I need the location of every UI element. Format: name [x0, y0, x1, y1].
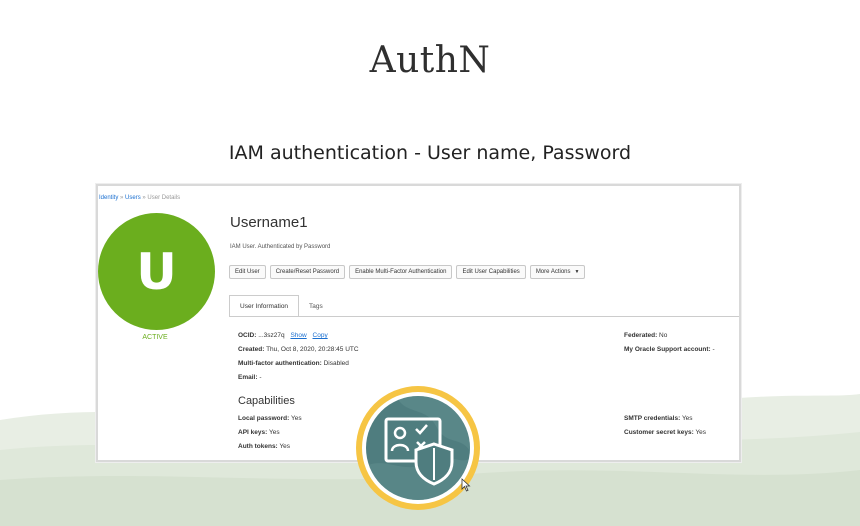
edit-capabilities-button[interactable]: Edit User Capabilities [456, 265, 526, 279]
copy-ocid-link[interactable]: Copy [313, 332, 328, 339]
mouse-cursor-icon [461, 478, 471, 492]
slide-subtitle: IAM authentication - User name, Password [228, 142, 632, 164]
avatar-letter: U [136, 242, 177, 301]
ocid-row: OCID: ...3sz27q Show Copy [238, 332, 328, 339]
breadcrumb-current: User Details [147, 195, 181, 201]
slide-title: AuthN [369, 40, 491, 81]
customer-secret-keys-row: Customer secret keys: Yes [624, 429, 707, 436]
tab-user-information[interactable]: User Information [229, 295, 300, 317]
local-password-row: Local password: Yes [238, 415, 302, 422]
user-id-card-shield-icon [366, 396, 470, 500]
email-row: Email: - [238, 374, 262, 381]
enable-mfa-button[interactable]: Enable Multi-Factor Authentication [349, 265, 453, 279]
breadcrumb-separator: » [142, 195, 146, 201]
mfa-row: Multi-factor authentication: Disabled [238, 360, 349, 367]
support-account-row: My Oracle Support account: - [624, 346, 715, 353]
tab-divider [229, 316, 739, 317]
smtp-credentials-row: SMTP credentials: Yes [624, 415, 693, 422]
chevron-down-icon: ▼ [574, 269, 580, 275]
breadcrumb-separator: » [120, 195, 124, 201]
reset-password-button[interactable]: Create/Reset Password [269, 265, 346, 279]
tab-bar: User Information Tags [229, 295, 333, 317]
auth-tokens-row: Auth tokens: Yes [238, 443, 291, 450]
edit-user-button[interactable]: Edit User [229, 265, 266, 279]
show-ocid-link[interactable]: Show [290, 332, 306, 339]
federated-row: Federated: No [624, 332, 668, 339]
breadcrumb: Identity » Users » User Details [99, 195, 180, 201]
created-row: Created: Thu, Oct 8, 2020, 20:28:45 UTC [238, 346, 359, 353]
page-title: Username1 [230, 214, 308, 231]
avatar: U [98, 213, 215, 330]
status-badge: ACTIVE [142, 334, 168, 341]
api-keys-row: API keys: Yes [238, 429, 280, 436]
user-description: IAM User. Authenticated by Password [230, 244, 331, 250]
action-buttons: Edit User Create/Reset Password Enable M… [229, 265, 586, 279]
tab-tags[interactable]: Tags [299, 295, 333, 317]
capabilities-heading: Capabilities [238, 395, 295, 407]
more-actions-button[interactable]: More Actions ▼ [529, 265, 586, 279]
breadcrumb-identity-link[interactable]: Identity [99, 195, 118, 201]
breadcrumb-users-link[interactable]: Users [125, 195, 141, 201]
